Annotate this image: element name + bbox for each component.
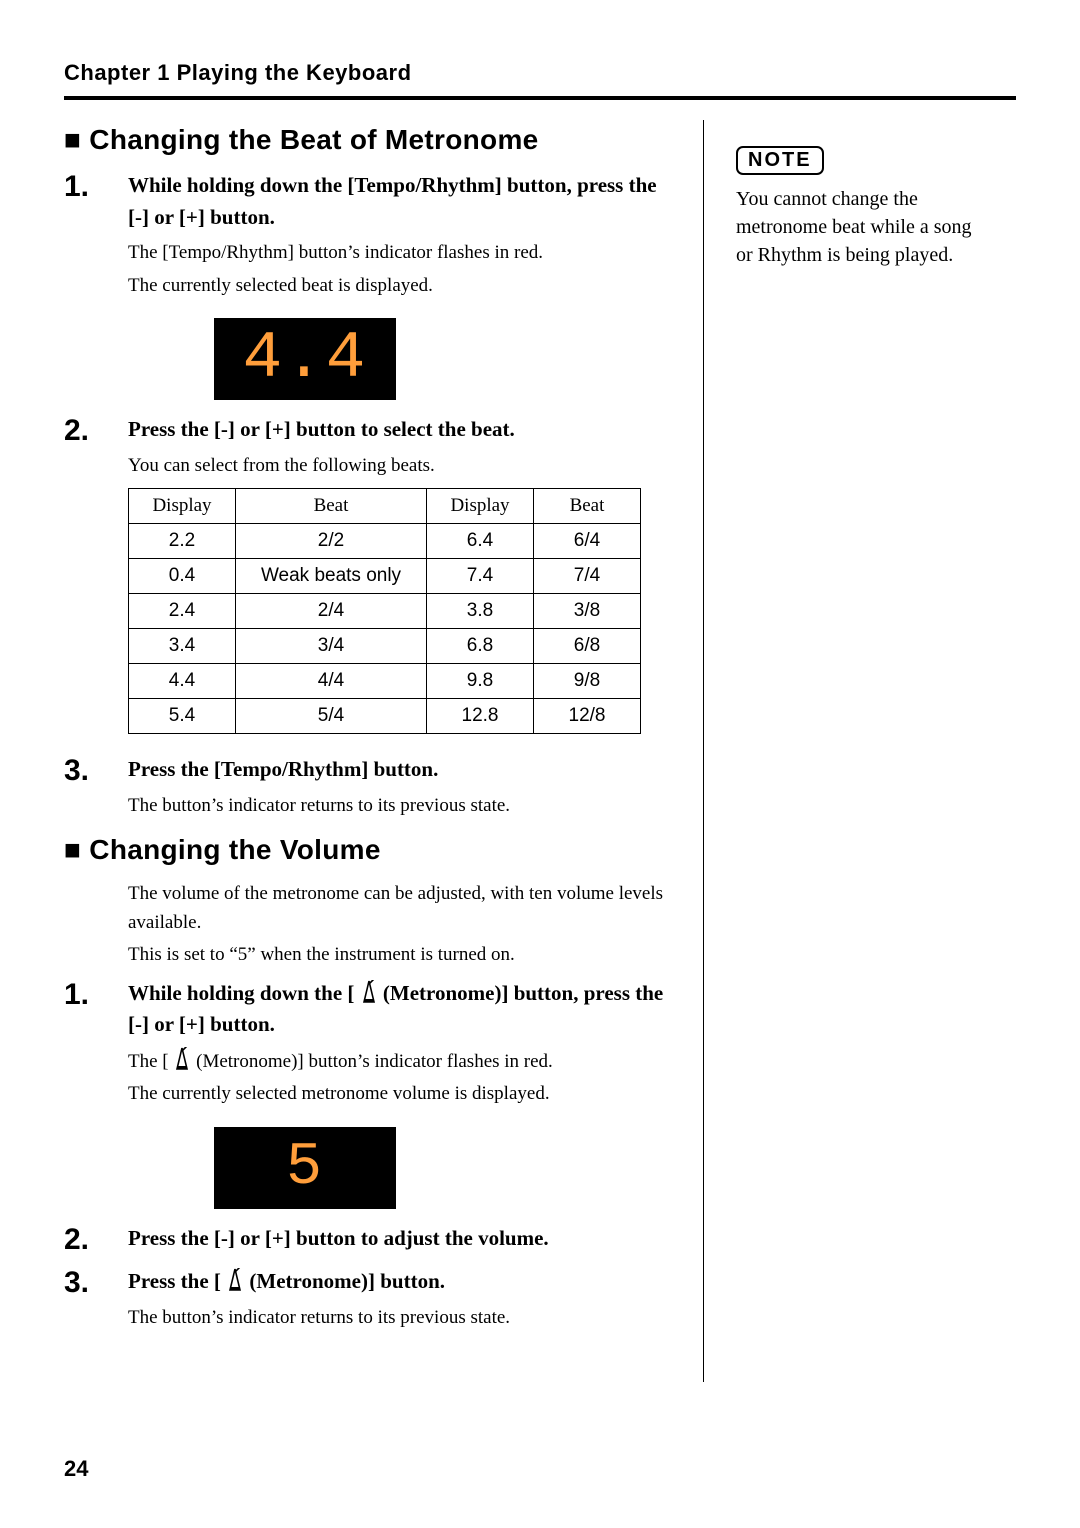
section-heading-beat: ■ Changing the Beat of Metronome <box>64 124 679 156</box>
step-title-post: (Metronome)] button. <box>249 1269 445 1293</box>
step-text-pre: The [ <box>128 1051 169 1072</box>
step-text: The button’s indicator returns to its pr… <box>128 792 679 821</box>
step-text-post: (Metronome)] button’s indicator flashes … <box>196 1051 553 1072</box>
table-cell: 7.4 <box>427 559 534 594</box>
step-text: You can select from the following beats. <box>128 452 679 481</box>
section-heading-beat-text: Changing the Beat of Metronome <box>89 124 538 155</box>
table-cell: 12/8 <box>534 699 641 734</box>
step-title-pre: While holding down the [ <box>128 981 354 1005</box>
table-cell: 7/4 <box>534 559 641 594</box>
step-title: Press the [ (Metronome)] button. <box>128 1266 679 1298</box>
step-title: Press the [Tempo/Rhythm] button. <box>128 754 679 786</box>
step-text: The button’s indicator returns to its pr… <box>128 1304 679 1333</box>
table-cell: 6.4 <box>427 524 534 559</box>
segment-display-value: 4.4 <box>214 318 396 400</box>
table-row: 5.4 5/4 12.8 12/8 <box>129 699 641 734</box>
table-cell: 9.8 <box>427 664 534 699</box>
step-text: The [ (Metronome)] button’s indicator fl… <box>128 1047 679 1077</box>
step-body: Press the [Tempo/Rhythm] button. The but… <box>128 754 679 824</box>
step-number: 1. <box>64 978 128 1010</box>
step-text: The currently selected beat is displayed… <box>128 272 679 301</box>
table-cell: 3.4 <box>129 629 236 664</box>
step-title: While holding down the [ (Metronome)] bu… <box>128 978 679 1041</box>
step-number: 2. <box>64 1223 128 1255</box>
metronome-icon <box>360 980 378 1004</box>
step-body: While holding down the [Tempo/Rhythm] bu… <box>128 170 679 304</box>
table-cell: 12.8 <box>427 699 534 734</box>
s2-step3: 3. Press the [ (Metronome)] button. The … <box>64 1266 679 1336</box>
table-row: 3.4 3/4 6.8 6/8 <box>129 629 641 664</box>
s1-step1: 1. While holding down the [Tempo/Rhythm]… <box>64 170 679 304</box>
s1-step2: 2. Press the [-] or [+] button to select… <box>64 414 679 748</box>
s2-step1: 1. While holding down the [ (Metronome)]… <box>64 978 679 1113</box>
beat-table: Display Beat Display Beat 2.2 2/2 6.4 6/… <box>128 488 641 734</box>
s1-step3: 3. Press the [Tempo/Rhythm] button. The … <box>64 754 679 824</box>
table-cell: 4.4 <box>129 664 236 699</box>
step-body: Press the [-] or [+] button to adjust th… <box>128 1223 679 1261</box>
step-title: Press the [-] or [+] button to adjust th… <box>128 1223 679 1255</box>
note-badge: NOTE <box>736 146 824 175</box>
table-cell: 2.4 <box>129 594 236 629</box>
step-body: Press the [-] or [+] button to select th… <box>128 414 679 748</box>
th-display: Display <box>129 489 236 524</box>
volume-intro: The volume of the metronome can be adjus… <box>128 880 679 937</box>
step-title-pre: Press the [ <box>128 1269 221 1293</box>
th-beat2: Beat <box>534 489 641 524</box>
segment-display-value: 5 <box>214 1127 396 1209</box>
columns: ■ Changing the Beat of Metronome 1. Whil… <box>64 120 1016 1382</box>
table-cell: Weak beats only <box>236 559 427 594</box>
s2-step2: 2. Press the [-] or [+] button to adjust… <box>64 1223 679 1261</box>
step-title: While holding down the [Tempo/Rhythm] bu… <box>128 170 679 233</box>
table-cell: 2.2 <box>129 524 236 559</box>
chapter-title: Chapter 1 Playing the Keyboard <box>64 60 1016 86</box>
table-header-row: Display Beat Display Beat <box>129 489 641 524</box>
table-cell: 3.8 <box>427 594 534 629</box>
step-number: 1. <box>64 170 128 202</box>
table-cell: 6/8 <box>534 629 641 664</box>
table-row: 2.2 2/2 6.4 6/4 <box>129 524 641 559</box>
th-beat: Beat <box>236 489 427 524</box>
step-text: The currently selected metronome volume … <box>128 1080 679 1109</box>
step-number: 3. <box>64 754 128 786</box>
table-row: 0.4 Weak beats only 7.4 7/4 <box>129 559 641 594</box>
table-cell: 5/4 <box>236 699 427 734</box>
note-text: You cannot change the metronome beat whi… <box>736 185 984 269</box>
metronome-icon <box>173 1047 191 1071</box>
table-cell: 6.8 <box>427 629 534 664</box>
step-number: 3. <box>64 1266 128 1298</box>
main-column: ■ Changing the Beat of Metronome 1. Whil… <box>64 120 704 1382</box>
step-number: 2. <box>64 414 128 446</box>
table-cell: 6/4 <box>534 524 641 559</box>
section-heading-volume: ■ Changing the Volume <box>64 834 679 866</box>
table-row: 2.4 2/4 3.8 3/8 <box>129 594 641 629</box>
header-rule <box>64 96 1016 100</box>
table-cell: 9/8 <box>534 664 641 699</box>
table-cell: 0.4 <box>129 559 236 594</box>
table-cell: 3/8 <box>534 594 641 629</box>
segment-display-volume: 5 <box>214 1127 679 1209</box>
metronome-icon <box>226 1268 244 1292</box>
table-row: 4.4 4/4 9.8 9/8 <box>129 664 641 699</box>
page-number: 24 <box>64 1456 88 1482</box>
table-cell: 4/4 <box>236 664 427 699</box>
segment-display-beat: 4.4 <box>214 318 679 400</box>
step-title: Press the [-] or [+] button to select th… <box>128 414 679 446</box>
side-column: NOTE You cannot change the metronome bea… <box>704 120 984 269</box>
step-text: The [Tempo/Rhythm] button’s indicator fl… <box>128 239 679 268</box>
section-heading-volume-text: Changing the Volume <box>89 834 380 865</box>
table-cell: 3/4 <box>236 629 427 664</box>
step-body: While holding down the [ (Metronome)] bu… <box>128 978 679 1113</box>
table-cell: 2/4 <box>236 594 427 629</box>
table-cell: 2/2 <box>236 524 427 559</box>
table-cell: 5.4 <box>129 699 236 734</box>
page: Chapter 1 Playing the Keyboard ■ Changin… <box>0 0 1080 1528</box>
volume-intro2: This is set to “5” when the instrument i… <box>128 941 679 970</box>
step-body: Press the [ (Metronome)] button. The but… <box>128 1266 679 1336</box>
th-display2: Display <box>427 489 534 524</box>
